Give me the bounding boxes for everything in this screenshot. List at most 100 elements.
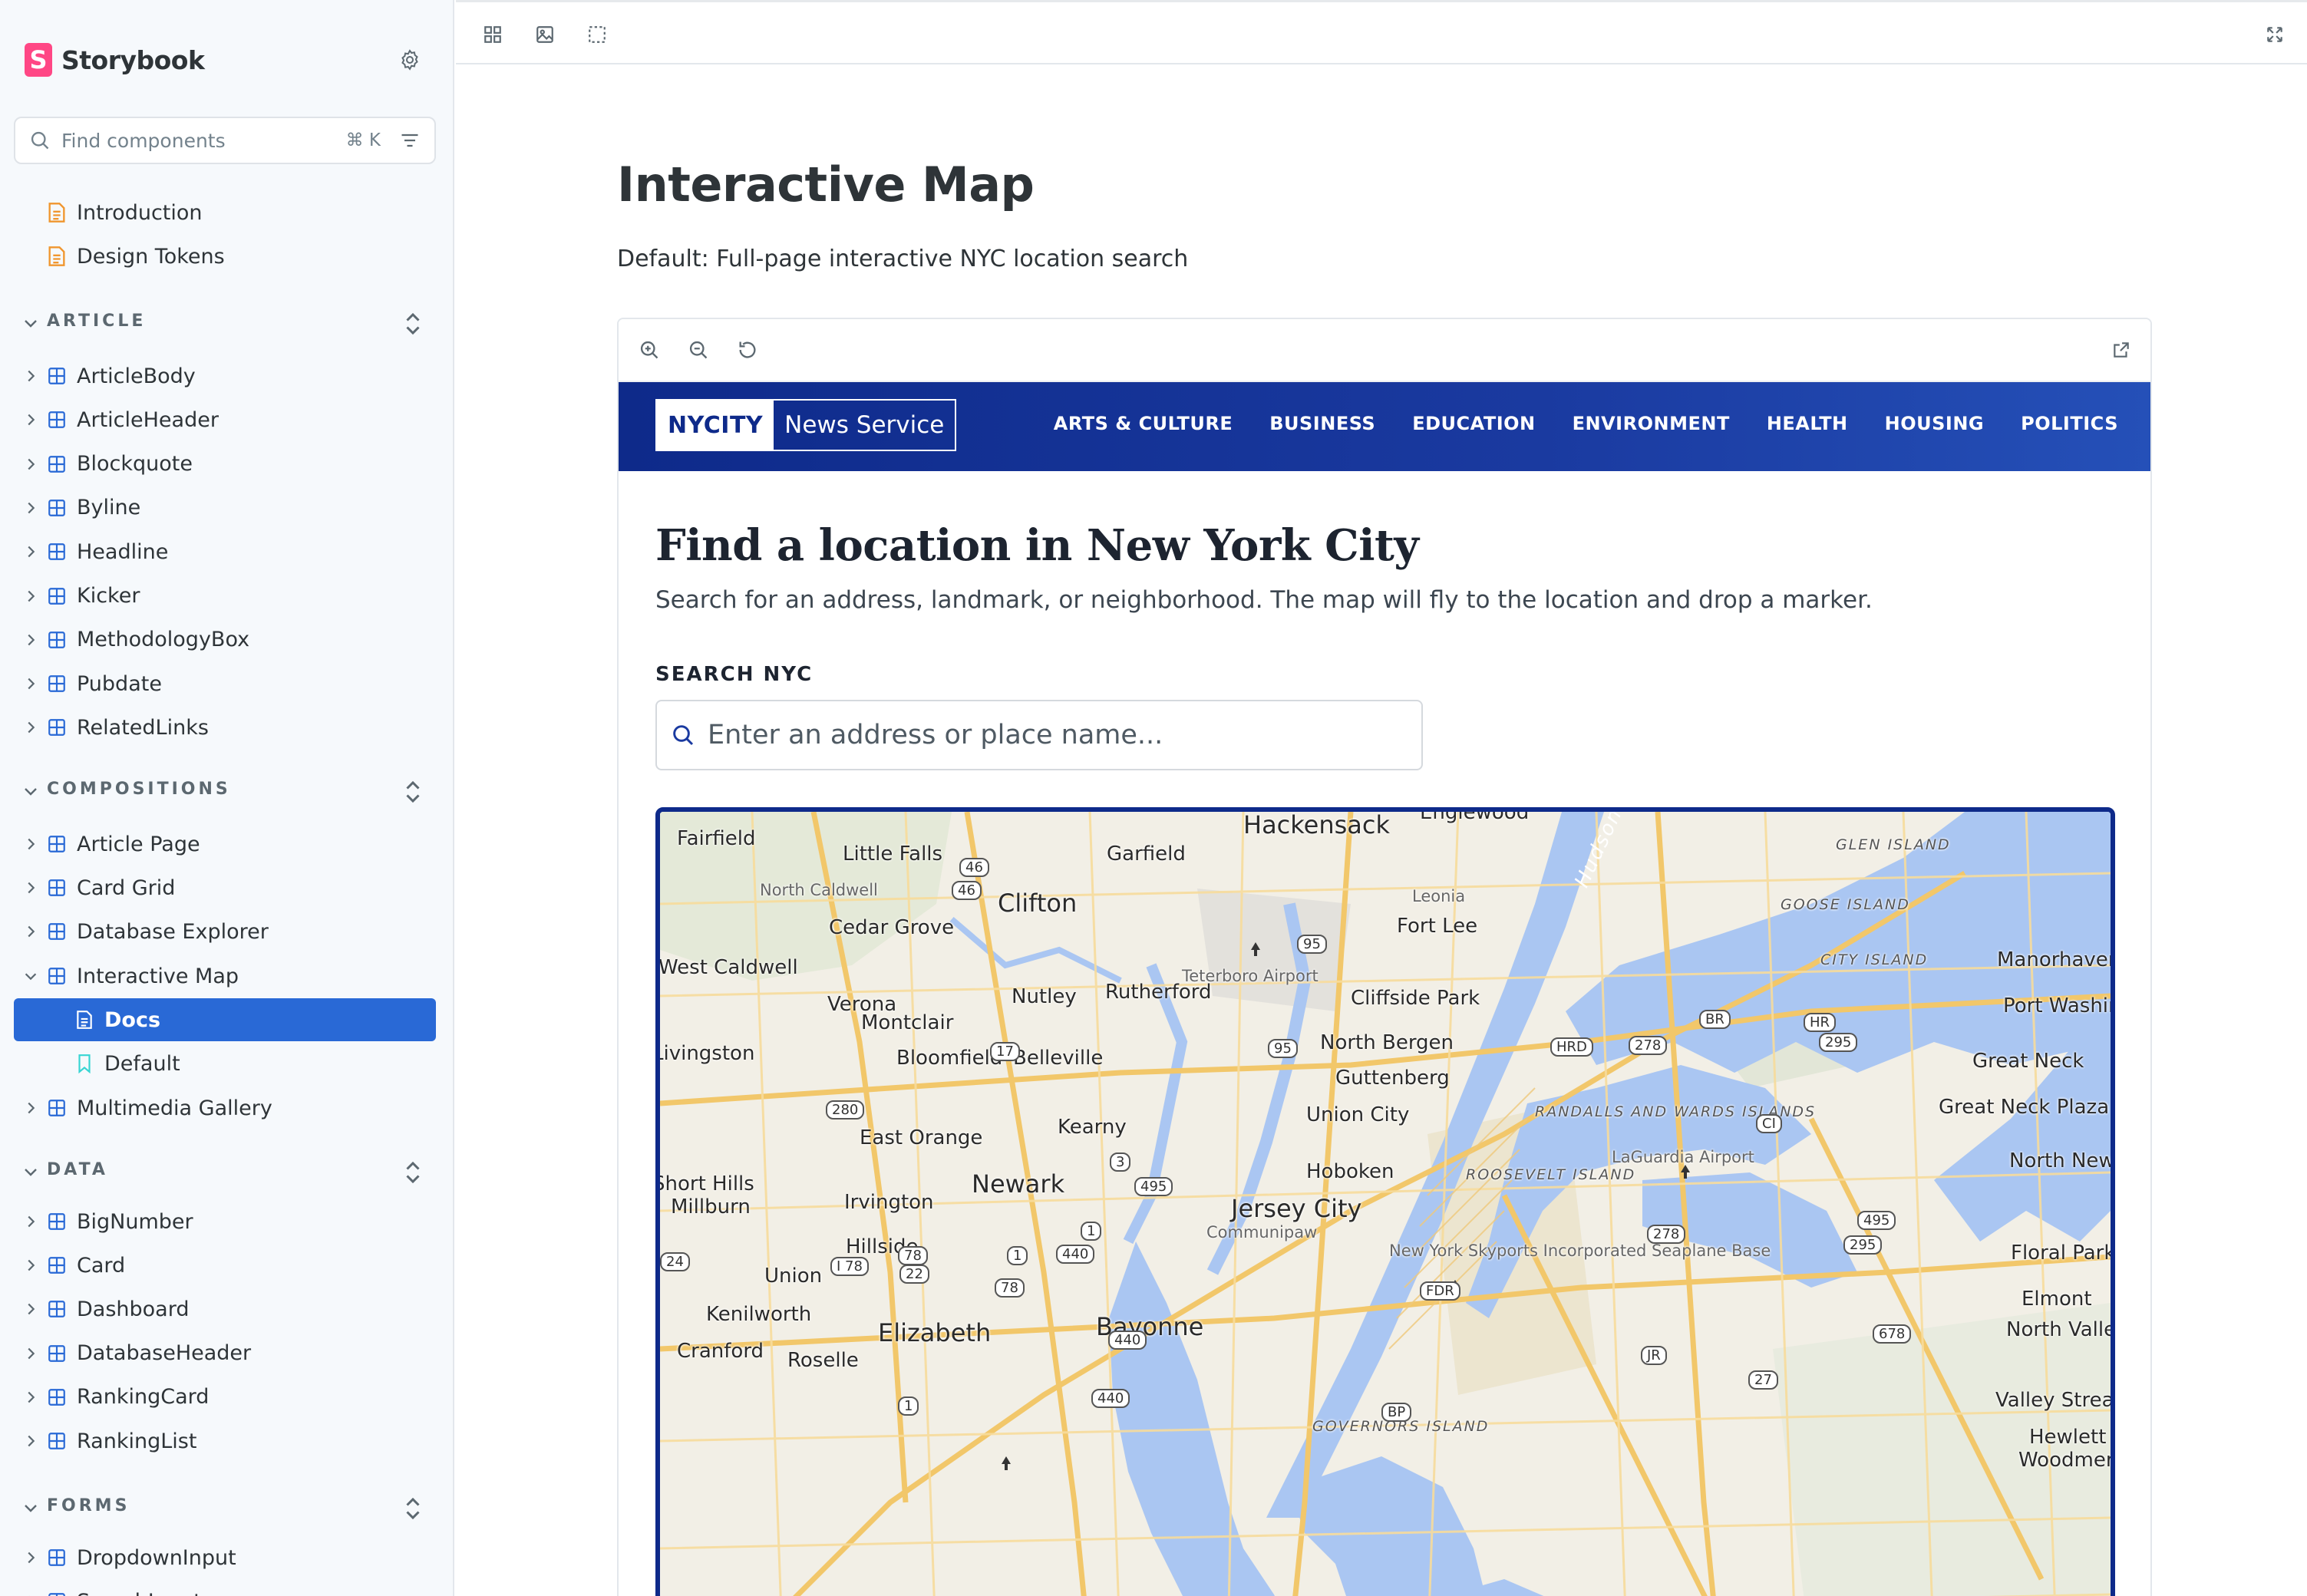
sidebar-item-multimedia-gallery[interactable]: Multimedia Gallery — [0, 1087, 453, 1129]
reset-zoom-icon[interactable] — [732, 335, 763, 365]
chevron-right-icon[interactable] — [21, 922, 40, 941]
chevron-right-icon[interactable] — [21, 542, 40, 561]
sidebar-item-docs[interactable]: Docs — [14, 998, 436, 1041]
group-compositions[interactable]: COMPOSITIONS — [0, 770, 453, 813]
sidebar-item-introduction[interactable]: Introduction — [0, 191, 453, 234]
sidebar-item-article-page[interactable]: Article Page — [0, 823, 453, 866]
expand-collapse-icon[interactable] — [399, 778, 427, 806]
outline-icon[interactable] — [582, 19, 612, 50]
site-nav-arts-culture[interactable]: ARTS & CULTURE — [1054, 413, 1233, 434]
map-label: Kenilworth — [706, 1303, 812, 1326]
sidebar-item-database-explorer[interactable]: Database Explorer — [0, 910, 453, 953]
chevron-right-icon[interactable] — [21, 1212, 40, 1231]
chevron-right-icon[interactable] — [21, 1592, 40, 1596]
sidebar-item-byline[interactable]: Byline — [0, 486, 453, 529]
chevron-right-icon[interactable] — [21, 1548, 40, 1567]
fullscreen-icon[interactable] — [2259, 19, 2290, 50]
chevron-right-icon[interactable] — [21, 587, 40, 605]
chevron-down-icon — [25, 1505, 37, 1512]
sidebar-item-rankinglist[interactable]: RankingList — [0, 1420, 453, 1462]
sidebar-item-articleheader[interactable]: ArticleHeader — [0, 398, 453, 441]
group-label: ARTICLE — [47, 312, 147, 331]
sidebar-item-label: Card — [77, 1253, 126, 1278]
zoom-in-icon[interactable] — [634, 335, 665, 365]
sidebar-item-design-tokens[interactable]: Design Tokens — [0, 235, 453, 278]
sidebar-item-pubdate[interactable]: Pubdate — [0, 662, 453, 705]
sidebar-item-default[interactable]: Default — [0, 1042, 453, 1085]
sidebar-item-card[interactable]: Card — [0, 1244, 453, 1287]
chevron-right-icon[interactable] — [21, 1344, 40, 1363]
chevron-right-icon[interactable] — [21, 455, 40, 473]
chevron-right-icon[interactable] — [21, 411, 40, 429]
map-canvas[interactable]: Hackensack Englewood Fairfield Little Falls… — [655, 807, 2115, 1596]
sidebar-item-blockquote[interactable]: Blockquote — [0, 443, 453, 486]
grid-icon[interactable] — [477, 19, 508, 50]
sidebar-item-label: Byline — [77, 496, 141, 520]
open-new-tab-icon[interactable] — [2106, 335, 2137, 365]
map-label: East Orange — [860, 1126, 983, 1149]
site-nav-environment[interactable]: ENVIRONMENT — [1573, 413, 1730, 434]
sidebar-item-dashboard[interactable]: Dashboard — [0, 1288, 453, 1331]
docs-page: Interactive Map Default: Full-page inter… — [456, 66, 2307, 1596]
expand-collapse-icon[interactable] — [399, 310, 427, 338]
chevron-right-icon[interactable] — [21, 631, 40, 649]
site-nav-health[interactable]: HEALTH — [1767, 413, 1848, 434]
chevron-right-icon[interactable] — [21, 1099, 40, 1117]
brand[interactable]: S Storybook — [25, 41, 205, 78]
sidebar-item-relatedlinks[interactable]: RelatedLinks — [0, 706, 453, 749]
sidebar-item-card-grid[interactable]: Card Grid — [0, 866, 453, 909]
chevron-right-icon[interactable] — [21, 1300, 40, 1318]
nyc-search-input[interactable]: Enter an address or place name... — [655, 700, 1423, 770]
chevron-right-icon[interactable] — [21, 879, 40, 897]
zoom-out-icon[interactable] — [683, 335, 714, 365]
sidebar-item-headline[interactable]: Headline — [0, 530, 453, 573]
route-shield: 78 — [898, 1246, 928, 1265]
chevron-down-icon — [25, 788, 37, 796]
route-shield: 295 — [1819, 1033, 1858, 1052]
find-components-search[interactable]: Find components ⌘ K — [14, 117, 436, 164]
site-nav-business[interactable]: BUSINESS — [1269, 413, 1375, 434]
chevron-right-icon[interactable] — [21, 1256, 40, 1274]
map-label: Union City — [1306, 1103, 1410, 1126]
chevron-right-icon[interactable] — [21, 1388, 40, 1406]
sidebar-item-interactive-map[interactable]: Interactive Map — [0, 955, 453, 998]
sidebar-item-searchinput[interactable]: SearchInput — [0, 1580, 453, 1596]
image-icon[interactable] — [530, 19, 560, 50]
route-shield: 22 — [899, 1265, 929, 1284]
sidebar-item-label: Blockquote — [77, 452, 193, 476]
map-label: Jersey City — [1231, 1194, 1362, 1223]
sidebar-item-dropdowninput[interactable]: DropdownInput — [0, 1536, 453, 1579]
chevron-right-icon[interactable] — [21, 499, 40, 517]
sidebar-item-databaseheader[interactable]: DatabaseHeader — [0, 1332, 453, 1375]
map-label: Great Neck — [1972, 1050, 2084, 1073]
route-shield: JR — [1641, 1346, 1667, 1365]
route-shield: FDR — [1420, 1281, 1460, 1301]
component-icon — [46, 1211, 68, 1232]
settings-gear-icon[interactable] — [393, 43, 427, 77]
chevron-right-icon[interactable] — [21, 674, 40, 693]
sidebar-item-kicker[interactable]: Kicker — [0, 575, 453, 618]
group-data[interactable]: DATA — [0, 1151, 453, 1194]
sidebar-item-bignumber[interactable]: BigNumber — [0, 1200, 453, 1243]
site-logo[interactable]: NYCITY News Service — [655, 399, 957, 451]
sidebar-item-label: Multimedia Gallery — [77, 1096, 272, 1120]
site-nav-housing[interactable]: HOUSING — [1885, 413, 1984, 434]
group-article[interactable]: ARTICLE — [0, 302, 453, 345]
chevron-right-icon[interactable] — [21, 718, 40, 737]
filter-icon[interactable] — [394, 125, 425, 156]
chevron-right-icon[interactable] — [21, 1432, 40, 1450]
chevron-down-icon[interactable] — [21, 967, 40, 985]
expand-collapse-icon[interactable] — [399, 1159, 427, 1186]
site-nav-education[interactable]: EDUCATION — [1412, 413, 1535, 434]
chevron-right-icon[interactable] — [21, 367, 40, 385]
site-nav-politics[interactable]: POLITICS — [2021, 413, 2118, 434]
chevron-right-icon[interactable] — [21, 835, 40, 853]
sidebar-item-rankingcard[interactable]: RankingCard — [0, 1376, 453, 1419]
component-icon — [46, 1298, 68, 1320]
sidebar-item-methodologybox[interactable]: MethodologyBox — [0, 618, 453, 661]
group-forms[interactable]: FORMS — [0, 1487, 453, 1530]
expand-collapse-icon[interactable] — [399, 1495, 427, 1522]
preview-toolbar — [619, 319, 2150, 382]
sidebar-item-articlebody[interactable]: ArticleBody — [0, 354, 453, 397]
route-shield: 95 — [1268, 1039, 1298, 1058]
